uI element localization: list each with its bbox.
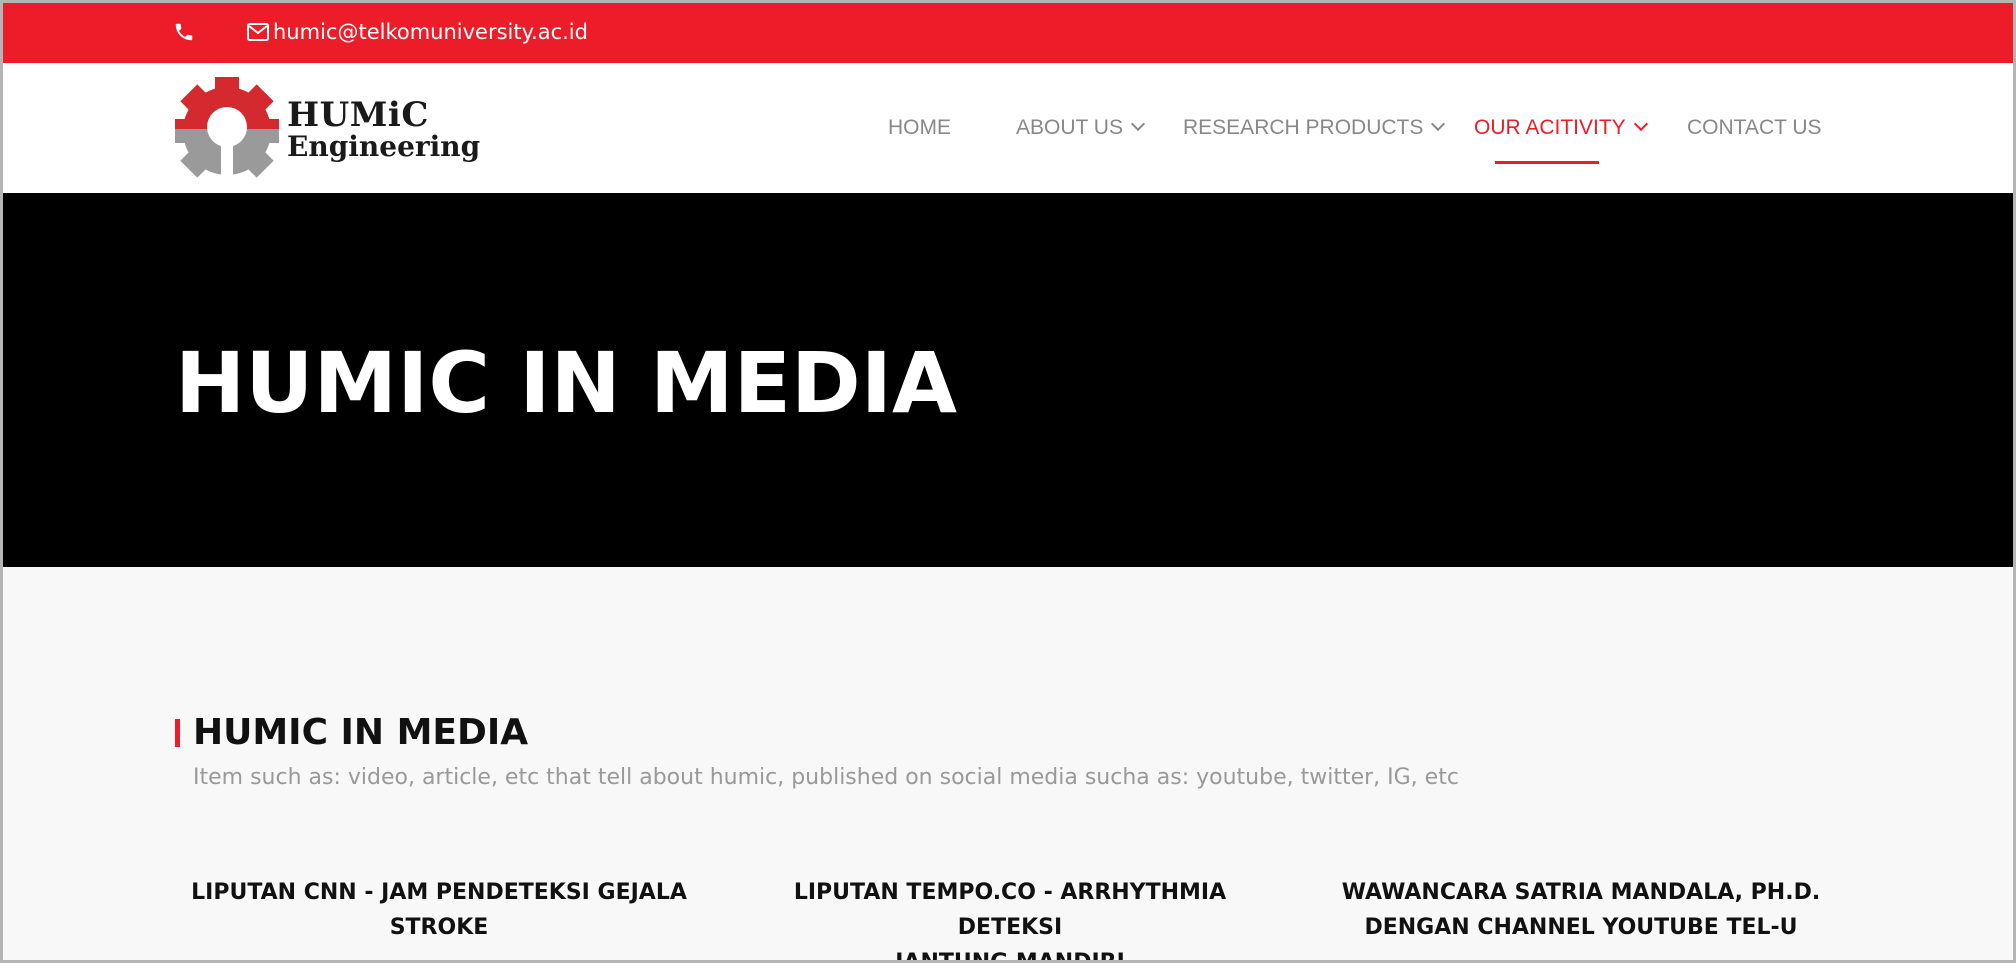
media-item-title-line: LIPUTAN CNN - JAM PENDETEKSI GEJALA	[191, 880, 687, 905]
section-title: HUMIC IN MEDIA	[193, 712, 529, 753]
main-nav: HOME ABOUT US RESEARCH PRODUCTS OUR ACIT…	[3, 63, 2013, 193]
envelope-icon[interactable]	[247, 23, 269, 41]
media-item-title[interactable]: LIPUTAN TEMPO.CO - ARRHYTHMIA DETEKSI JA…	[740, 875, 1280, 963]
nav-research-products-label: RESEARCH PRODUCTS	[1183, 116, 1424, 139]
media-item-title-line: WAWANCARA SATRIA MANDALA, PH.D.	[1341, 880, 1821, 905]
nav-about-us[interactable]: ABOUT US	[1016, 115, 1146, 141]
media-item-title-line: LIPUTAN TEMPO.CO - ARRHYTHMIA DETEKSI	[793, 880, 1227, 940]
chevron-down-icon	[1633, 116, 1648, 132]
media-item-title-line: STROKE	[389, 915, 489, 940]
nav-contact-us-label: CONTACT US	[1687, 116, 1822, 139]
nav-our-activity[interactable]: OUR ACITIVITY	[1474, 115, 1648, 141]
nav-home[interactable]: HOME	[888, 115, 951, 141]
media-item-title[interactable]: LIPUTAN CNN - JAM PENDETEKSI GEJALA STRO…	[169, 875, 709, 945]
top-contact-bar: humic@telkomuniversity.ac.id	[3, 3, 2013, 63]
site-header: HUMiC Engineering HOME ABOUT US RESEARCH…	[3, 63, 2013, 193]
media-item-title-line: DENGAN CHANNEL YOUTUBE TEL-U	[1364, 915, 1798, 940]
chevron-down-icon	[1130, 116, 1146, 132]
active-nav-underline	[1495, 161, 1599, 164]
section-accent-bar	[175, 719, 180, 747]
hero-banner: HUMIC IN MEDIA	[3, 193, 2013, 567]
page-title: HUMIC IN MEDIA	[175, 334, 958, 432]
nav-our-activity-label: OUR ACITIVITY	[1474, 116, 1626, 139]
browser-viewport: humic@telkomuniversity.ac.id HUMiC Engin…	[0, 0, 2016, 963]
chevron-down-icon	[1431, 116, 1446, 132]
media-item-title-line: JANTUNG MANDIRI	[895, 950, 1125, 963]
media-item-title[interactable]: WAWANCARA SATRIA MANDALA, PH.D. DENGAN C…	[1311, 875, 1851, 945]
contact-email-link[interactable]: humic@telkomuniversity.ac.id	[273, 18, 588, 46]
nav-research-products[interactable]: RESEARCH PRODUCTS	[1183, 115, 1446, 141]
nav-about-us-label: ABOUT US	[1016, 116, 1123, 139]
nav-contact-us[interactable]: CONTACT US	[1687, 115, 1822, 141]
phone-icon[interactable]	[173, 21, 195, 43]
nav-home-label: HOME	[888, 116, 951, 139]
section-subtitle: Item such as: video, article, etc that t…	[193, 765, 1459, 790]
main-content: HUMIC IN MEDIA Item such as: video, arti…	[3, 567, 2013, 963]
